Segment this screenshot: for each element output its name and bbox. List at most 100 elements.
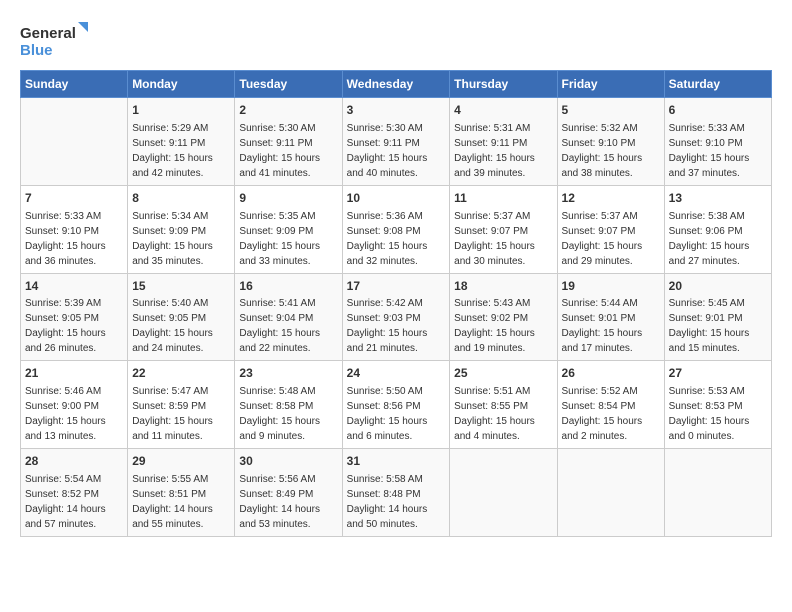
day-number: 18 — [454, 278, 552, 295]
day-number: 8 — [132, 190, 230, 207]
day-cell: 18 Sunrise: 5:43 AM Sunset: 9:02 PM Dayli… — [450, 273, 557, 361]
header-saturday: Saturday — [664, 71, 771, 98]
day-info: Sunrise: 5:41 AM Sunset: 9:04 PM Dayligh… — [239, 298, 320, 354]
day-number: 13 — [669, 190, 767, 207]
day-info: Sunrise: 5:40 AM Sunset: 9:05 PM Dayligh… — [132, 298, 213, 354]
day-number: 12 — [562, 190, 660, 207]
day-info: Sunrise: 5:58 AM Sunset: 8:48 PM Dayligh… — [347, 474, 428, 530]
day-number: 22 — [132, 365, 230, 382]
day-number: 3 — [347, 102, 446, 119]
day-cell: 7Sunrise: 5:33 AM Sunset: 9:10 PM Daylig… — [21, 185, 128, 273]
day-info: Sunrise: 5:42 AM Sunset: 9:03 PM Dayligh… — [347, 298, 428, 354]
day-info: Sunrise: 5:38 AM Sunset: 9:06 PM Dayligh… — [669, 211, 750, 267]
day-info: Sunrise: 5:46 AM Sunset: 9:00 PM Dayligh… — [25, 386, 106, 442]
header-tuesday: Tuesday — [235, 71, 342, 98]
day-cell: 23 Sunrise: 5:48 AM Sunset: 8:58 PM Dayli… — [235, 361, 342, 449]
day-cell: 10 Sunrise: 5:36 AM Sunset: 9:08 PM Dayli… — [342, 185, 450, 273]
page-header: GeneralBlue — [20, 20, 772, 60]
day-cell: 19 Sunrise: 5:44 AM Sunset: 9:01 PM Dayli… — [557, 273, 664, 361]
day-cell: 2 Sunrise: 5:30 AM Sunset: 9:11 PM Daylig… — [235, 98, 342, 186]
day-info: Sunrise: 5:50 AM Sunset: 8:56 PM Dayligh… — [347, 386, 428, 442]
week-row-5: 28Sunrise: 5:54 AM Sunset: 8:52 PM Dayli… — [21, 449, 772, 537]
day-number: 19 — [562, 278, 660, 295]
svg-text:Blue: Blue — [20, 42, 53, 59]
day-number: 20 — [669, 278, 767, 295]
week-row-3: 14 Sunrise: 5:39 AM Sunset: 9:05 PM Dayli… — [21, 273, 772, 361]
day-cell: 20 Sunrise: 5:45 AM Sunset: 9:01 PM Dayli… — [664, 273, 771, 361]
day-number: 2 — [239, 102, 337, 119]
header-monday: Monday — [128, 71, 235, 98]
day-info: Sunrise: 5:39 AM Sunset: 9:05 PM Dayligh… — [25, 298, 106, 354]
day-cell: 15 Sunrise: 5:40 AM Sunset: 9:05 PM Dayli… — [128, 273, 235, 361]
day-info: Sunrise: 5:37 AM Sunset: 9:07 PM Dayligh… — [454, 211, 535, 267]
day-cell: 24 Sunrise: 5:50 AM Sunset: 8:56 PM Dayli… — [342, 361, 450, 449]
day-number: 30 — [239, 453, 337, 470]
day-info: Sunrise: 5:34 AM Sunset: 9:09 PM Dayligh… — [132, 211, 213, 267]
day-number: 29 — [132, 453, 230, 470]
day-number: 23 — [239, 365, 337, 382]
day-cell — [557, 449, 664, 537]
day-number: 6 — [669, 102, 767, 119]
day-cell: 28Sunrise: 5:54 AM Sunset: 8:52 PM Dayli… — [21, 449, 128, 537]
calendar-header: SundayMondayTuesdayWednesdayThursdayFrid… — [21, 71, 772, 98]
day-info: Sunrise: 5:47 AM Sunset: 8:59 PM Dayligh… — [132, 386, 213, 442]
day-info: Sunrise: 5:52 AM Sunset: 8:54 PM Dayligh… — [562, 386, 643, 442]
day-cell: 13 Sunrise: 5:38 AM Sunset: 9:06 PM Dayli… — [664, 185, 771, 273]
day-info: Sunrise: 5:53 AM Sunset: 8:53 PM Dayligh… — [669, 386, 750, 442]
day-number: 7 — [25, 190, 123, 207]
day-info: Sunrise: 5:35 AM Sunset: 9:09 PM Dayligh… — [239, 211, 320, 267]
day-cell: 9Sunrise: 5:35 AM Sunset: 9:09 PM Daylig… — [235, 185, 342, 273]
day-cell: 26 Sunrise: 5:52 AM Sunset: 8:54 PM Dayli… — [557, 361, 664, 449]
day-cell: 16 Sunrise: 5:41 AM Sunset: 9:04 PM Dayli… — [235, 273, 342, 361]
day-cell: 11Sunrise: 5:37 AM Sunset: 9:07 PM Dayli… — [450, 185, 557, 273]
day-number: 10 — [347, 190, 446, 207]
day-info: Sunrise: 5:37 AM Sunset: 9:07 PM Dayligh… — [562, 211, 643, 267]
logo-icon: GeneralBlue — [20, 20, 100, 60]
day-number: 31 — [347, 453, 446, 470]
day-info: Sunrise: 5:29 AM Sunset: 9:11 PM Dayligh… — [132, 123, 213, 179]
day-cell: 12 Sunrise: 5:37 AM Sunset: 9:07 PM Dayli… — [557, 185, 664, 273]
day-cell: 30 Sunrise: 5:56 AM Sunset: 8:49 PM Dayli… — [235, 449, 342, 537]
day-info: Sunrise: 5:55 AM Sunset: 8:51 PM Dayligh… — [132, 474, 213, 530]
day-info: Sunrise: 5:31 AM Sunset: 9:11 PM Dayligh… — [454, 123, 535, 179]
day-cell: 1 Sunrise: 5:29 AM Sunset: 9:11 PM Daylig… — [128, 98, 235, 186]
day-info: Sunrise: 5:30 AM Sunset: 9:11 PM Dayligh… — [347, 123, 428, 179]
day-info: Sunrise: 5:44 AM Sunset: 9:01 PM Dayligh… — [562, 298, 643, 354]
day-info: Sunrise: 5:30 AM Sunset: 9:11 PM Dayligh… — [239, 123, 320, 179]
day-number: 26 — [562, 365, 660, 382]
day-cell: 8 Sunrise: 5:34 AM Sunset: 9:09 PM Daylig… — [128, 185, 235, 273]
day-number: 28 — [25, 453, 123, 470]
day-number: 4 — [454, 102, 552, 119]
day-info: Sunrise: 5:43 AM Sunset: 9:02 PM Dayligh… — [454, 298, 535, 354]
day-cell: 25 Sunrise: 5:51 AM Sunset: 8:55 PM Dayli… — [450, 361, 557, 449]
week-row-2: 7Sunrise: 5:33 AM Sunset: 9:10 PM Daylig… — [21, 185, 772, 273]
day-info: Sunrise: 5:45 AM Sunset: 9:01 PM Dayligh… — [669, 298, 750, 354]
day-cell: 5Sunrise: 5:32 AM Sunset: 9:10 PM Daylig… — [557, 98, 664, 186]
day-cell — [450, 449, 557, 537]
day-number: 15 — [132, 278, 230, 295]
week-row-4: 21Sunrise: 5:46 AM Sunset: 9:00 PM Dayli… — [21, 361, 772, 449]
day-number: 1 — [132, 102, 230, 119]
header-sunday: Sunday — [21, 71, 128, 98]
day-cell: 6Sunrise: 5:33 AM Sunset: 9:10 PM Daylig… — [664, 98, 771, 186]
day-cell: 22 Sunrise: 5:47 AM Sunset: 8:59 PM Dayli… — [128, 361, 235, 449]
day-number: 14 — [25, 278, 123, 295]
day-number: 25 — [454, 365, 552, 382]
day-cell: 3 Sunrise: 5:30 AM Sunset: 9:11 PM Daylig… — [342, 98, 450, 186]
calendar-body: 1 Sunrise: 5:29 AM Sunset: 9:11 PM Daylig… — [21, 98, 772, 537]
day-number: 16 — [239, 278, 337, 295]
day-cell: 14 Sunrise: 5:39 AM Sunset: 9:05 PM Dayli… — [21, 273, 128, 361]
day-info: Sunrise: 5:32 AM Sunset: 9:10 PM Dayligh… — [562, 123, 643, 179]
day-cell: 21Sunrise: 5:46 AM Sunset: 9:00 PM Dayli… — [21, 361, 128, 449]
logo: GeneralBlue — [20, 20, 100, 60]
day-info: Sunrise: 5:36 AM Sunset: 9:08 PM Dayligh… — [347, 211, 428, 267]
day-cell — [664, 449, 771, 537]
day-info: Sunrise: 5:56 AM Sunset: 8:49 PM Dayligh… — [239, 474, 320, 530]
day-cell: 31 Sunrise: 5:58 AM Sunset: 8:48 PM Dayli… — [342, 449, 450, 537]
day-number: 24 — [347, 365, 446, 382]
day-cell: 4 Sunrise: 5:31 AM Sunset: 9:11 PM Daylig… — [450, 98, 557, 186]
day-cell: 17Sunrise: 5:42 AM Sunset: 9:03 PM Dayli… — [342, 273, 450, 361]
day-info: Sunrise: 5:51 AM Sunset: 8:55 PM Dayligh… — [454, 386, 535, 442]
day-number: 27 — [669, 365, 767, 382]
day-info: Sunrise: 5:48 AM Sunset: 8:58 PM Dayligh… — [239, 386, 320, 442]
